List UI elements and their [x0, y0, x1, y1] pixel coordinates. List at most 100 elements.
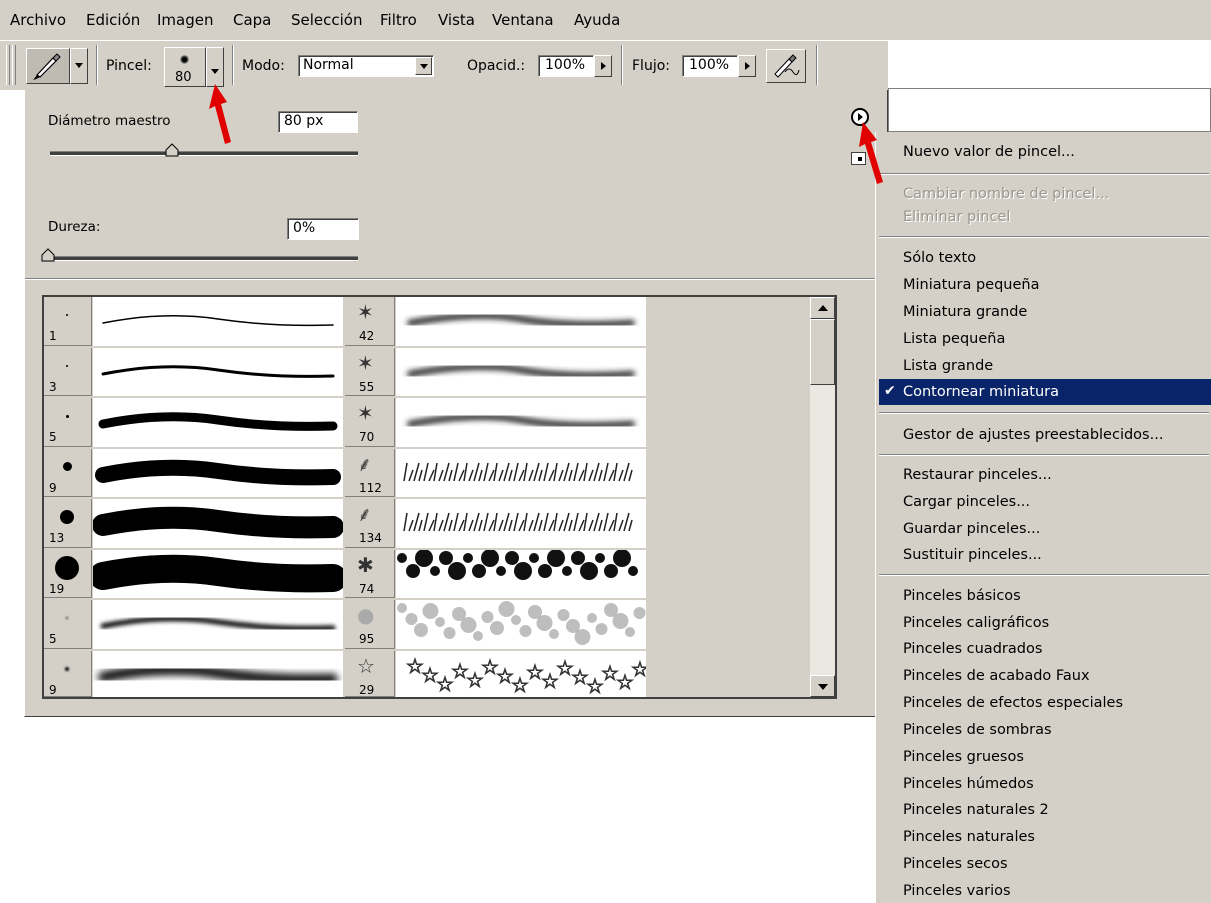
- brush-label: Pincel:: [106, 58, 152, 74]
- menu-ventana[interactable]: Ventana: [492, 10, 554, 30]
- toolbar-grip-2[interactable]: [12, 45, 16, 85]
- brush-tip-icon: [60, 510, 74, 524]
- brush-cell[interactable]: 5: [44, 600, 92, 649]
- brush-stroke-preview[interactable]: [396, 549, 646, 598]
- brush-stroke-preview[interactable]: [93, 499, 343, 548]
- menu-item-pinceles-cuadrados[interactable]: Pinceles cuadrados: [903, 639, 1042, 659]
- menu-item-pinceles-efectos[interactable]: Pinceles de efectos especiales: [903, 693, 1123, 713]
- brush-stroke-preview[interactable]: [396, 600, 646, 649]
- brush-cell[interactable]: ✱ 74: [345, 549, 395, 598]
- brush-stroke-preview[interactable]: [396, 398, 646, 447]
- menu-item-pinceles-humedos[interactable]: Pinceles húmedos: [903, 774, 1034, 794]
- brush-cell[interactable]: ⸙ 134: [345, 499, 395, 548]
- opacity-slider-button[interactable]: [594, 55, 612, 77]
- flow-label: Flujo:: [632, 58, 670, 74]
- brush-preview[interactable]: 80: [164, 47, 206, 87]
- master-diameter-slider-track[interactable]: [50, 151, 358, 156]
- toolbar-grip[interactable]: [6, 45, 10, 85]
- hardness-slider-knob[interactable]: [40, 247, 56, 263]
- brush-stroke-preview[interactable]: [396, 448, 646, 497]
- scroll-down-button[interactable]: [810, 675, 835, 697]
- brush-stroke-preview[interactable]: [93, 398, 343, 447]
- menu-edicion[interactable]: Edición: [86, 10, 140, 30]
- menu-item-nuevo-valor[interactable]: Nuevo valor de pincel...: [903, 142, 1075, 162]
- brush-cell[interactable]: ☆ 29: [345, 650, 395, 697]
- menu-seleccion[interactable]: Selección: [291, 10, 363, 30]
- brush-stroke-preview[interactable]: [93, 549, 343, 598]
- brush-cell[interactable]: ✶ 55: [345, 347, 395, 396]
- brush-stroke-preview[interactable]: [93, 448, 343, 497]
- menu-item-pinceles-faux[interactable]: Pinceles de acabado Faux: [903, 666, 1090, 686]
- brush-stroke-preview[interactable]: [396, 347, 646, 396]
- stroke-preview-icon: [102, 315, 334, 327]
- master-diameter-value: 80 px: [284, 113, 324, 129]
- brush-cell[interactable]: 9: [44, 448, 92, 497]
- brush-cell[interactable]: ● 95: [345, 600, 395, 649]
- menu-filtro[interactable]: Filtro: [380, 10, 417, 30]
- menu-item-guardar[interactable]: Guardar pinceles...: [903, 519, 1040, 539]
- brush-cell[interactable]: 13: [44, 499, 92, 548]
- scroll-thumb[interactable]: [810, 319, 835, 385]
- tool-preset-picker[interactable]: [26, 48, 70, 84]
- brush-picker-dropdown[interactable]: [206, 47, 224, 87]
- brush-size-label: 9: [49, 682, 57, 697]
- menu-item-pinceles-basicos[interactable]: Pinceles básicos: [903, 586, 1021, 606]
- menu-item-gestor-ajustes[interactable]: Gestor de ajustes preestablecidos...: [903, 425, 1163, 445]
- menu-item-pinceles-naturales-2[interactable]: Pinceles naturales 2: [903, 800, 1049, 820]
- menu-item-pinceles-caligraficos[interactable]: Pinceles caligráficos: [903, 613, 1049, 633]
- menu-item-cargar[interactable]: Cargar pinceles...: [903, 492, 1030, 512]
- menu-item-pinceles-secos[interactable]: Pinceles secos: [903, 854, 1008, 874]
- brush-stroke-preview[interactable]: ☆ ☆ ☆ ☆ ☆ ☆ ☆ ☆ ☆ ☆ ☆ ☆ ☆ ☆ ☆ ☆: [396, 650, 646, 697]
- menu-bar: Archivo Edición Imagen Capa Selección Fi…: [0, 0, 1211, 40]
- menu-item-sustituir[interactable]: Sustituir pinceles...: [903, 545, 1042, 565]
- menu-item-miniatura-pequena[interactable]: Miniatura pequeña: [903, 275, 1040, 295]
- scroll-up-button[interactable]: [810, 297, 835, 319]
- menu-separator: [879, 454, 1209, 456]
- mode-select-button[interactable]: [415, 57, 432, 75]
- brush-list-scrollbar[interactable]: [810, 297, 835, 697]
- menu-imagen[interactable]: Imagen: [157, 10, 213, 30]
- brush-cell[interactable]: 1: [44, 297, 92, 346]
- brush-cell[interactable]: 19: [44, 549, 92, 598]
- menu-vista[interactable]: Vista: [438, 10, 475, 30]
- brush-cell[interactable]: 9: [44, 650, 92, 697]
- master-diameter-field[interactable]: 80 px: [278, 111, 358, 133]
- brush-size-label: 19: [49, 581, 65, 596]
- brush-cell[interactable]: ⸙ 112: [345, 448, 395, 497]
- menu-capa[interactable]: Capa: [233, 10, 271, 30]
- brush-cell[interactable]: 5: [44, 398, 92, 447]
- brush-stroke-preview[interactable]: [93, 297, 343, 346]
- flow-slider-button[interactable]: [738, 55, 756, 77]
- brush-tip-icon: [65, 414, 69, 418]
- brush-stroke-preview[interactable]: [93, 347, 343, 396]
- master-diameter-slider-knob[interactable]: [164, 142, 180, 158]
- hardness-field[interactable]: 0%: [287, 218, 359, 240]
- menu-item-lista-pequena[interactable]: Lista pequeña: [903, 329, 1005, 349]
- menu-separator: [879, 412, 1209, 414]
- menu-item-solo-texto[interactable]: Sólo texto: [903, 248, 976, 268]
- menu-item-contornear-miniatura[interactable]: Contornear miniatura: [903, 382, 1059, 402]
- menu-archivo[interactable]: Archivo: [10, 10, 66, 30]
- menu-item-pinceles-varios[interactable]: Pinceles varios: [903, 881, 1011, 901]
- menu-item-pinceles-gruesos[interactable]: Pinceles gruesos: [903, 747, 1024, 767]
- brush-cell[interactable]: ✶ 70: [345, 398, 395, 447]
- hardness-slider-track[interactable]: [50, 256, 358, 261]
- stroke-preview-icon: [397, 601, 646, 645]
- brush-stroke-preview[interactable]: [396, 499, 646, 548]
- tool-preset-dropdown[interactable]: [70, 48, 88, 84]
- brush-stroke-preview[interactable]: [396, 297, 646, 346]
- menu-item-pinceles-naturales[interactable]: Pinceles naturales: [903, 827, 1035, 847]
- brush-stroke-preview[interactable]: [93, 600, 343, 649]
- menu-item-miniatura-grande[interactable]: Miniatura grande: [903, 302, 1027, 322]
- airbrush-toggle[interactable]: [766, 49, 806, 83]
- menu-ayuda[interactable]: Ayuda: [574, 10, 620, 30]
- menu-item-restaurar[interactable]: Restaurar pinceles...: [903, 465, 1052, 485]
- brush-stroke-preview[interactable]: [93, 650, 343, 697]
- menu-item-pinceles-sombras[interactable]: Pinceles de sombras: [903, 720, 1052, 740]
- opacity-field[interactable]: 100%: [538, 55, 594, 77]
- flow-field[interactable]: 100%: [682, 55, 738, 77]
- brush-cell[interactable]: ✶ 42: [345, 297, 395, 346]
- mode-select[interactable]: Normal: [298, 55, 434, 77]
- menu-item-lista-grande[interactable]: Lista grande: [903, 356, 993, 376]
- brush-cell[interactable]: 3: [44, 347, 92, 396]
